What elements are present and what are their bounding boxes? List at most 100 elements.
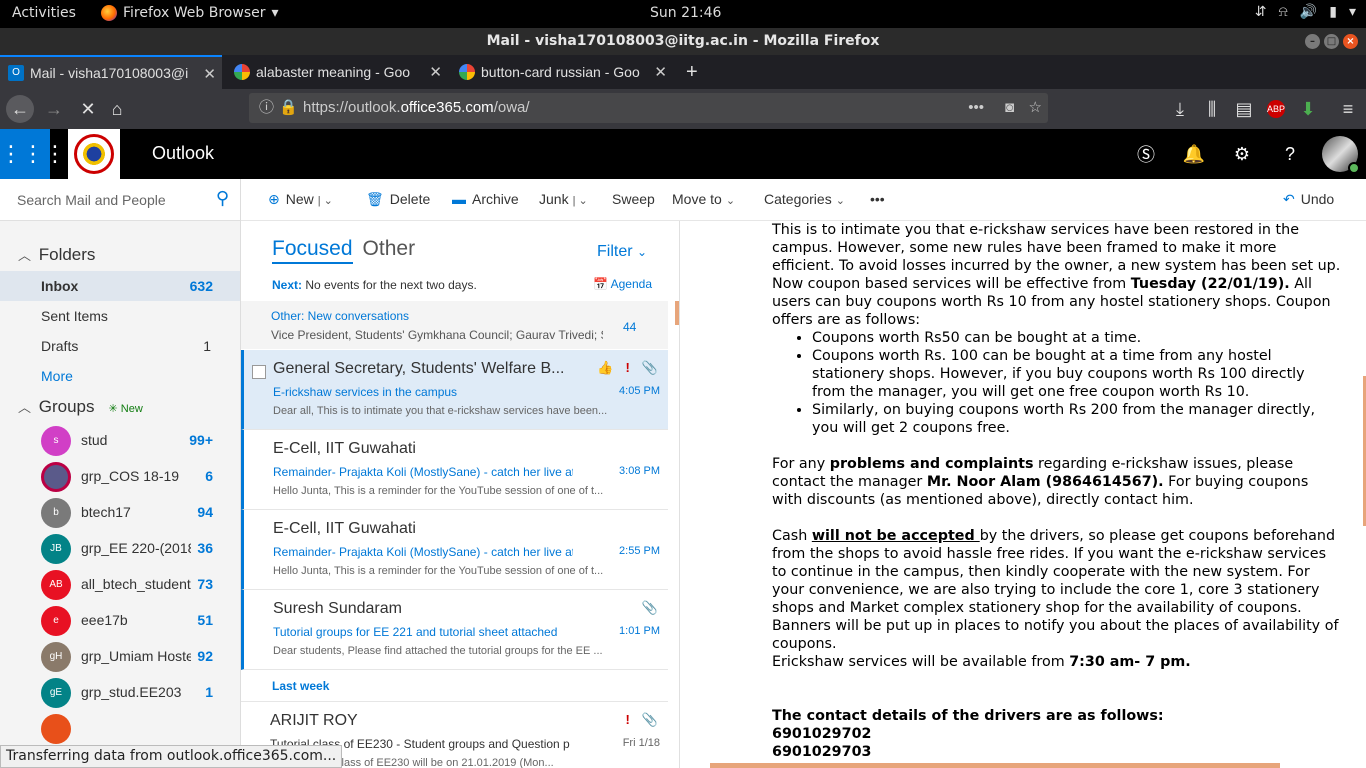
group-item[interactable]: gE grp_stud.EE203 1 — [0, 675, 240, 711]
close-tab-icon[interactable]: ✕ — [654, 63, 667, 81]
message-time: 4:05 PM — [619, 385, 660, 397]
more-folders-link[interactable]: More — [41, 368, 73, 384]
message-time: 3:08 PM — [619, 465, 660, 477]
outlook-icon: O — [8, 65, 24, 81]
tab-other[interactable]: Other — [363, 237, 416, 260]
new-group-badge[interactable]: ✳ New — [108, 403, 142, 415]
folders-heading[interactable]: ︿ Folders — [18, 245, 95, 265]
group-item[interactable]: JB grp_EE 220-(2018 36 — [0, 531, 240, 567]
folder-drafts[interactable]: Drafts 1 — [0, 331, 240, 361]
app-brand[interactable]: Outlook — [152, 143, 214, 164]
group-label: grp_Umiam Hoste — [81, 648, 191, 664]
app-launcher-icon[interactable]: ⋮⋮⋮ — [0, 129, 66, 179]
menu-icon[interactable]: ≡ — [1334, 95, 1362, 123]
search-box[interactable]: Search Mail and People ⚲ — [0, 179, 240, 221]
new-button[interactable]: ⊕ New | ⌄ — [268, 191, 333, 208]
sweep-button[interactable]: Sweep — [612, 191, 655, 207]
phone-number[interactable]: 6901029702 — [772, 726, 871, 742]
close-window-button[interactable]: × — [1343, 34, 1358, 49]
app-menu[interactable]: Firefox Web Browser ▾ — [101, 5, 279, 21]
tab-mail[interactable]: O Mail - visha170108003@i ✕ — [0, 55, 222, 89]
close-tab-icon[interactable]: ✕ — [429, 63, 442, 81]
accessibility-icon[interactable]: ⍾ — [1279, 4, 1288, 20]
groups-heading[interactable]: ︿ Groups ✳ New — [18, 397, 143, 417]
tab-label: Mail - visha170108003@i — [30, 65, 189, 81]
url-prefix: https://outlook. — [303, 99, 401, 116]
maximize-button[interactable]: □ — [1324, 34, 1339, 49]
group-item[interactable]: b btech17 94 — [0, 495, 240, 531]
forward-button[interactable]: → — [40, 95, 68, 123]
phone-number[interactable]: 6901029703 — [772, 744, 871, 760]
bookmark-star-icon[interactable]: ☆ — [1029, 93, 1042, 123]
skype-icon[interactable]: Ⓢ — [1122, 141, 1170, 167]
downloads-icon[interactable]: ⤓ — [1166, 95, 1194, 123]
select-checkbox[interactable] — [252, 365, 266, 379]
url-path: /owa/ — [493, 99, 530, 116]
group-item[interactable]: gH grp_Umiam Hoste 92 — [0, 639, 240, 675]
message-subject: Tutorial groups for EE 221 and tutorial … — [273, 625, 558, 639]
filter-button[interactable]: Filter ⌄ — [597, 243, 647, 261]
chevron-down-icon[interactable]: | ⌄ — [318, 195, 333, 207]
list-scrollbar[interactable] — [675, 301, 679, 325]
sidebar-icon[interactable]: ▤ — [1230, 95, 1258, 123]
message-row[interactable]: E-Cell, IIT Guwahati Remainder- Prajakta… — [241, 510, 668, 590]
new-tab-button[interactable]: + — [678, 55, 708, 89]
home-button[interactable]: ⌂ — [103, 95, 131, 123]
message-row[interactable]: Suresh Sundaram 📎 Tutorial groups for EE… — [241, 590, 668, 670]
user-avatar[interactable] — [1322, 136, 1360, 174]
like-icon[interactable]: 👍 — [597, 360, 613, 376]
message-row[interactable]: E-Cell, IIT Guwahati Remainder- Prajakta… — [241, 430, 668, 510]
stop-button[interactable]: ✕ — [74, 95, 102, 123]
message-sender: E-Cell, IIT Guwahati — [273, 440, 416, 457]
folder-sent-items[interactable]: Sent Items — [0, 301, 240, 331]
seal-icon — [74, 134, 114, 174]
move-to-button[interactable]: Move to ⌄ — [672, 191, 735, 207]
group-item[interactable]: e eee17b 51 — [0, 603, 240, 639]
message-row[interactable]: General Secretary, Students' Welfare B..… — [241, 350, 668, 430]
junk-button[interactable]: Junk | ⌄ — [539, 191, 588, 207]
chevron-down-icon[interactable]: ▾ — [1349, 4, 1356, 20]
library-icon[interactable]: ⫼ — [1198, 95, 1226, 123]
archive-label: Archive — [472, 191, 519, 207]
activities-button[interactable]: Activities — [12, 5, 76, 21]
undo-button[interactable]: ↶ Undo — [1283, 191, 1334, 208]
chevron-down-icon[interactable]: | ⌄ — [573, 195, 588, 207]
battery-icon[interactable]: ▮ — [1329, 4, 1337, 20]
group-item-partial[interactable] — [0, 711, 240, 747]
categories-button[interactable]: Categories ⌄ — [764, 191, 845, 207]
download-extension-icon[interactable]: ⬇ — [1294, 95, 1322, 123]
back-button[interactable]: ← — [6, 95, 34, 123]
clock[interactable]: Sun 21:46 — [650, 5, 721, 21]
adblock-icon[interactable]: ABP — [1262, 95, 1290, 123]
notifications-bell-icon[interactable]: 🔔 — [1170, 144, 1218, 165]
search-input[interactable]: Search Mail and People — [17, 192, 166, 208]
agenda-link[interactable]: 📅 Agenda — [593, 277, 652, 291]
help-icon[interactable]: ? — [1266, 144, 1314, 165]
system-tray[interactable]: ⇵ ⍾ 🔊 ▮ ▾ — [1255, 4, 1356, 20]
group-item[interactable]: s stud 99+ — [0, 423, 240, 459]
chevron-down-icon: ⌄ — [725, 195, 736, 207]
info-icon[interactable]: ⓘ — [259, 93, 274, 123]
delete-button[interactable]: 🗑 Delete — [366, 191, 430, 208]
tab-focused[interactable]: Focused — [272, 237, 353, 264]
close-tab-icon[interactable]: ✕ — [203, 65, 216, 83]
reading-hscrollbar[interactable] — [710, 763, 1280, 768]
tab-alabaster[interactable]: alabaster meaning - Goo ✕ — [226, 55, 448, 89]
group-item[interactable]: AB all_btech_students 73 — [0, 567, 240, 603]
settings-gear-icon[interactable]: ⚙ — [1218, 144, 1266, 165]
url-bar[interactable]: ⓘ 🔒 https://outlook.office365.com/owa/ •… — [249, 93, 1048, 123]
minimize-button[interactable]: – — [1305, 34, 1320, 49]
volume-icon[interactable]: 🔊 — [1300, 4, 1317, 20]
network-icon[interactable]: ⇵ — [1255, 4, 1267, 20]
group-item[interactable]: grp_COS 18-19 6 — [0, 459, 240, 495]
next-events: Next: No events for the next two days. — [272, 278, 477, 292]
pocket-icon[interactable]: ◙ — [1005, 93, 1014, 123]
archive-button[interactable]: ▬ Archive — [452, 191, 519, 207]
more-actions-button[interactable]: ••• — [870, 191, 885, 207]
tab-button-card[interactable]: button-card russian - Goo ✕ — [451, 55, 673, 89]
search-icon[interactable]: ⚲ — [216, 188, 229, 209]
folder-inbox[interactable]: Inbox 632 — [0, 271, 240, 301]
other-conversations-row[interactable]: Other: New conversations Vice President,… — [241, 301, 668, 349]
url-text[interactable]: https://outlook.office365.com/owa/ — [303, 93, 530, 123]
page-actions-icon[interactable]: ••• — [968, 93, 984, 123]
